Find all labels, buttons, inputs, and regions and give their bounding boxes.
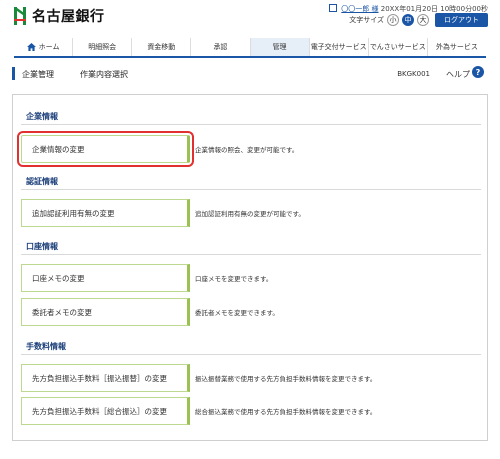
divider xyxy=(21,189,481,190)
font-size-small-button[interactable]: 小 xyxy=(387,14,399,26)
nav-approval[interactable]: 承認 xyxy=(191,38,251,56)
bank-name: 名古屋銀行 xyxy=(32,9,105,25)
font-size-control: 文字サイズ 小 中 大 ログアウト xyxy=(349,13,488,27)
font-size-medium-button[interactable]: 中 xyxy=(402,14,414,26)
header: 名古屋銀行 〇〇一郎 様 20XX年01月20日 10時00分00秒 文字サイズ… xyxy=(0,0,500,34)
divider xyxy=(21,254,481,255)
main-panel: 企業情報 企業情報の変更 企業情報の照会、変更が可能です。 認証情報 追加認証利… xyxy=(12,94,488,441)
last-login: 20XX年01月20日 10時00分00秒 xyxy=(380,5,488,13)
nav-densai[interactable]: でんさいサービス xyxy=(369,38,428,56)
fee-transfer-change-button[interactable]: 先方負担振込手数料［振込振替］の変更 xyxy=(21,364,190,392)
section-title-account: 口座情報 xyxy=(26,242,58,251)
nav-electronic-delivery[interactable]: 電子交付サービス xyxy=(310,38,369,56)
user-icon xyxy=(329,4,338,12)
nav-fund-transfer[interactable]: 資金移動 xyxy=(132,38,192,56)
user-name-link[interactable]: 〇〇一郎 様 xyxy=(341,5,378,13)
section-title-auth: 認証情報 xyxy=(26,177,58,186)
nav-home[interactable]: ホーム xyxy=(14,38,74,56)
page-category: 企業管理 xyxy=(22,70,54,79)
nav-forex[interactable]: 外為サービス xyxy=(428,38,486,56)
nav-account-inquiry[interactable]: 明細照会 xyxy=(73,38,133,56)
item-description: 総合振込業務で使用する先方負担手数料情報を変更できます。 xyxy=(195,408,377,416)
help-icon[interactable]: ? xyxy=(472,66,484,78)
item-description: 振込振替業務で使用する先方負担手数料情報を変更できます。 xyxy=(195,375,377,383)
section-title-fee: 手数料情報 xyxy=(26,342,66,351)
global-nav: ホーム 明細照会 資金移動 承認 管理 電子交付サービス でんさいサービス 外為… xyxy=(14,38,486,58)
font-size-large-button[interactable]: 大 xyxy=(417,14,429,26)
list-item: 先方負担振込手数料［振込振替］の変更 振込振替業務で使用する先方負担手数料情報を… xyxy=(21,364,481,392)
item-description: 追加認証利用有無の変更が可能です。 xyxy=(195,210,305,218)
item-description: 口座メモを変更できます。 xyxy=(195,275,273,283)
divider xyxy=(21,354,481,355)
section-title-company: 企業情報 xyxy=(26,112,58,121)
additional-auth-change-button[interactable]: 追加認証利用有無の変更 xyxy=(21,199,190,227)
item-description: 企業情報の照会、変更が可能です。 xyxy=(195,146,299,154)
list-item: 先方負担振込手数料［総合振込］の変更 総合振込業務で使用する先方負担手数料情報を… xyxy=(21,397,481,425)
consignor-memo-change-button[interactable]: 委託者メモの変更 xyxy=(21,298,190,326)
list-item: 委託者メモの変更 委託者メモを変更できます。 xyxy=(21,298,481,326)
bank-logo[interactable]: 名古屋銀行 xyxy=(14,6,105,26)
list-item: 企業情報の変更 企業情報の照会、変更が可能です。 xyxy=(17,131,481,167)
company-info-change-button[interactable]: 企業情報の変更 xyxy=(17,131,194,167)
page-title-bar: 企業管理 作業内容選択 BKGK001 ヘルプ ? xyxy=(12,66,488,82)
font-size-label: 文字サイズ xyxy=(349,16,384,24)
title-accent xyxy=(12,67,15,80)
list-item: 口座メモの変更 口座メモを変更できます。 xyxy=(21,264,481,292)
logo-mark-icon xyxy=(14,7,26,25)
divider xyxy=(21,124,481,125)
nav-home-label: ホーム xyxy=(38,43,60,51)
help-link[interactable]: ヘルプ xyxy=(446,69,470,80)
logout-button[interactable]: ログアウト xyxy=(435,13,488,27)
list-item: 追加認証利用有無の変更 追加認証利用有無の変更が可能です。 xyxy=(21,199,481,227)
screen-code: BKGK001 xyxy=(397,70,430,78)
account-memo-change-button[interactable]: 口座メモの変更 xyxy=(21,264,190,292)
page-title: 作業内容選択 xyxy=(80,70,128,79)
fee-bulk-transfer-change-button[interactable]: 先方負担振込手数料［総合振込］の変更 xyxy=(21,397,190,425)
item-description: 委託者メモを変更できます。 xyxy=(195,309,279,317)
nav-management[interactable]: 管理 xyxy=(250,38,310,56)
home-icon xyxy=(26,43,36,51)
